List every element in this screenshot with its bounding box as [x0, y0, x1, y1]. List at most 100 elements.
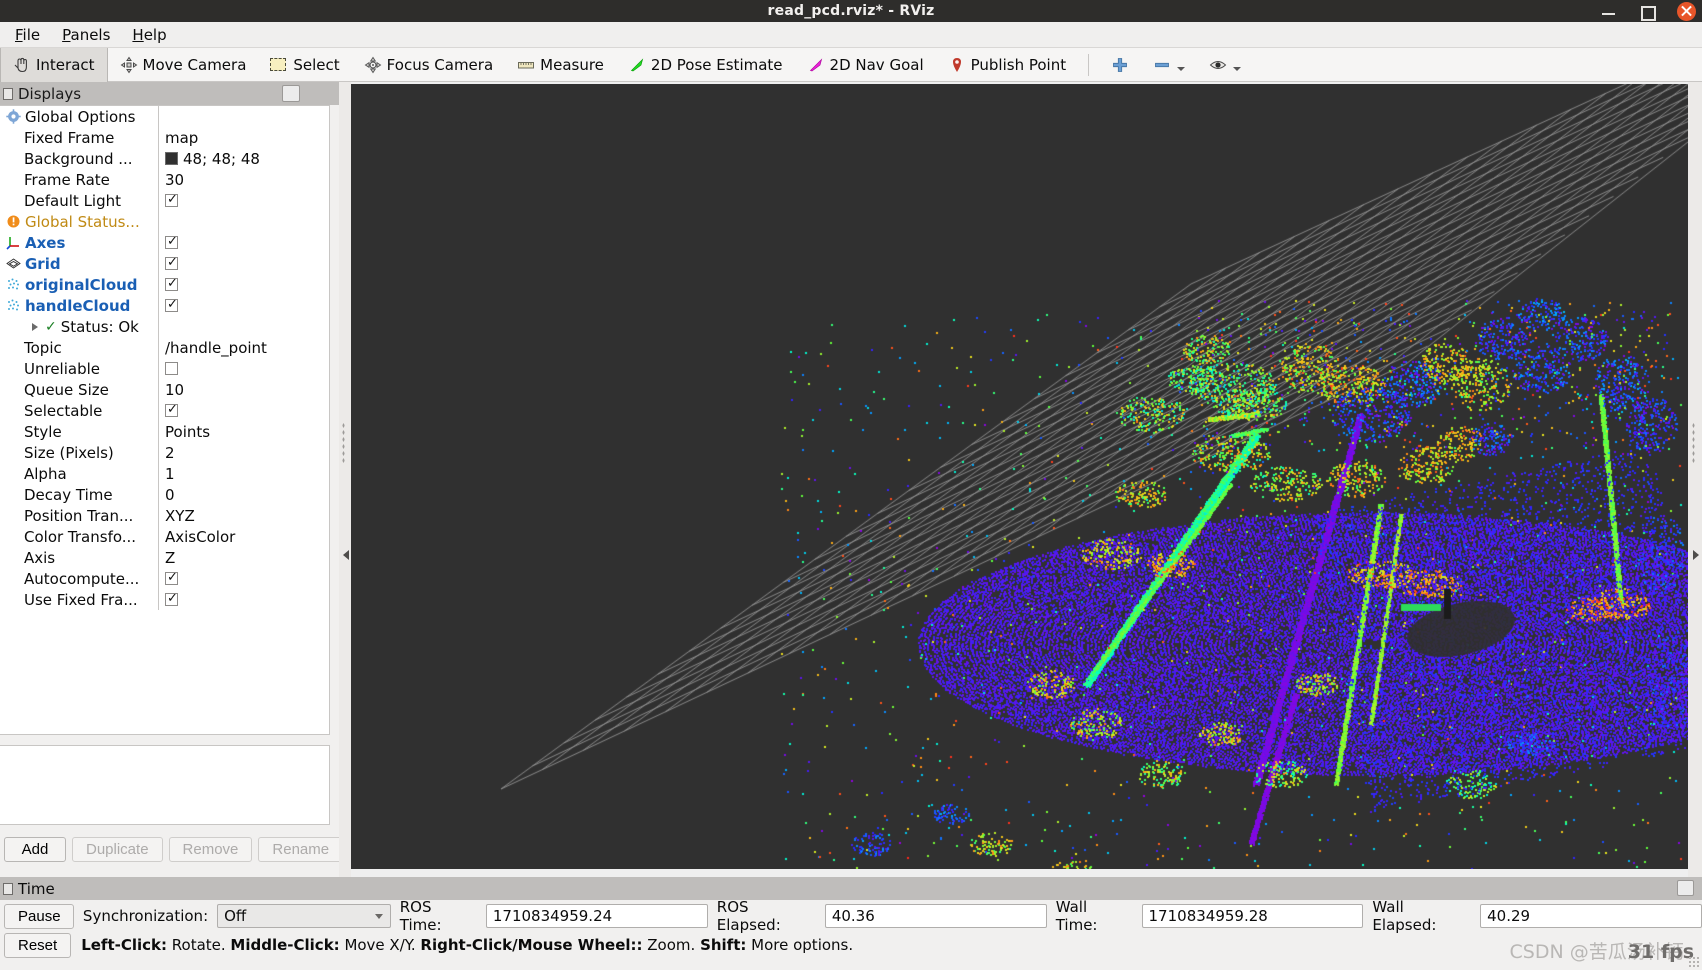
- close-button[interactable]: [1677, 2, 1696, 21]
- collapse-right-arrow-icon[interactable]: [1693, 550, 1699, 560]
- tool-move-camera[interactable]: Move Camera: [108, 48, 259, 82]
- add-tool-button[interactable]: [1099, 48, 1141, 82]
- display-row-handlecloud[interactable]: handleCloud: [0, 295, 329, 316]
- tool-focus-camera[interactable]: Focus Camera: [352, 48, 505, 82]
- tool-publish-point[interactable]: Publish Point: [936, 48, 1078, 82]
- display-row-checkbox[interactable]: [165, 299, 178, 312]
- display-row-status-ok[interactable]: ✓Status: Ok: [0, 316, 329, 337]
- background-color-swatch[interactable]: [165, 152, 178, 165]
- add-display-button[interactable]: Add: [4, 837, 66, 862]
- display-row-checkbox[interactable]: [165, 362, 178, 375]
- display-row-decay-time[interactable]: Decay Time0: [0, 484, 329, 505]
- collapse-left-arrow-icon[interactable]: [343, 550, 349, 560]
- menu-help[interactable]: Help: [121, 24, 177, 46]
- duplicate-display-button[interactable]: Duplicate: [72, 837, 163, 862]
- display-row-grid[interactable]: Grid: [0, 253, 329, 274]
- remove-tool-button[interactable]: [1141, 48, 1197, 82]
- maximize-button[interactable]: [1639, 3, 1655, 19]
- tool-2d-nav-goal[interactable]: 2D Nav Goal: [795, 48, 936, 82]
- display-row-value-cell[interactable]: map: [158, 127, 329, 148]
- minimize-button[interactable]: [1601, 3, 1617, 19]
- rename-display-button[interactable]: Rename: [258, 837, 343, 862]
- display-row-position-tran[interactable]: Position Tran...XYZ: [0, 505, 329, 526]
- menu-panels[interactable]: Panels: [51, 24, 121, 46]
- display-row-color-transfo[interactable]: Color Transfo...AxisColor: [0, 526, 329, 547]
- display-row-value-cell[interactable]: [158, 568, 329, 589]
- display-row-checkbox[interactable]: [165, 404, 178, 417]
- display-row-checkbox[interactable]: [165, 194, 178, 207]
- display-row-value-cell[interactable]: 2: [158, 442, 329, 463]
- display-row-value-cell[interactable]: 0: [158, 484, 329, 505]
- display-row-default-light[interactable]: Default Light: [0, 190, 329, 211]
- display-row-axes[interactable]: Axes: [0, 232, 329, 253]
- display-row-unreliable[interactable]: Unreliable: [0, 358, 329, 379]
- display-row-frame-rate[interactable]: Frame Rate30: [0, 169, 329, 190]
- display-row-value-cell[interactable]: [158, 274, 329, 295]
- display-row-value-cell[interactable]: AxisColor: [158, 526, 329, 547]
- display-row-value-cell[interactable]: [158, 253, 329, 274]
- displays-tree[interactable]: Global OptionsFixed FramemapBackground .…: [0, 105, 330, 735]
- display-row-queue-size[interactable]: Queue Size10: [0, 379, 329, 400]
- display-row-value-cell[interactable]: [158, 589, 329, 610]
- display-row-style[interactable]: StylePoints: [0, 421, 329, 442]
- display-row-value-cell[interactable]: Z: [158, 547, 329, 568]
- display-row-checkbox[interactable]: [165, 572, 178, 585]
- wall-elapsed-field[interactable]: 40.29: [1480, 904, 1702, 928]
- display-row-topic[interactable]: Topic/handle_point: [0, 337, 329, 358]
- display-row-background[interactable]: Background ...48; 48; 48: [0, 148, 329, 169]
- display-row-value-cell[interactable]: [158, 295, 329, 316]
- display-row-autocompute[interactable]: Autocompute...: [0, 568, 329, 589]
- time-panel-float-button[interactable]: [1677, 880, 1694, 896]
- pause-button[interactable]: Pause: [4, 904, 74, 929]
- display-row-fixed-frame[interactable]: Fixed Framemap: [0, 127, 329, 148]
- menu-file[interactable]: File: [4, 24, 51, 46]
- display-row-value-cell[interactable]: [158, 106, 329, 127]
- display-row-value-cell[interactable]: 1: [158, 463, 329, 484]
- displays-panel-float-button[interactable]: [282, 85, 300, 102]
- remove-display-button[interactable]: Remove: [169, 837, 253, 862]
- display-row-alpha[interactable]: Alpha1: [0, 463, 329, 484]
- chevron-right-icon[interactable]: [32, 323, 38, 331]
- display-row-use-fixed-fra[interactable]: Use Fixed Fra...: [0, 589, 329, 610]
- display-row-size-pixels[interactable]: Size (Pixels)2: [0, 442, 329, 463]
- resize-grip-icon[interactable]: [1688, 956, 1700, 968]
- visibility-tool-button[interactable]: [1197, 48, 1253, 82]
- left-splitter[interactable]: [339, 82, 351, 877]
- display-row-checkbox[interactable]: [165, 257, 178, 270]
- display-row-value-cell[interactable]: 30: [158, 169, 329, 190]
- display-row-originalcloud[interactable]: originalCloud: [0, 274, 329, 295]
- display-row-value-cell[interactable]: 10: [158, 379, 329, 400]
- display-row-global-status[interactable]: Global Status...: [0, 211, 329, 232]
- display-row-value-cell[interactable]: [158, 316, 329, 337]
- display-row-selectable[interactable]: Selectable: [0, 400, 329, 421]
- tool-select[interactable]: Select: [258, 48, 351, 82]
- display-row-checkbox[interactable]: [165, 593, 178, 606]
- display-row-checkbox[interactable]: [165, 278, 178, 291]
- pointcloud-canvas[interactable]: [351, 84, 1688, 869]
- render-viewport[interactable]: [351, 84, 1688, 869]
- display-row-checkbox[interactable]: [165, 236, 178, 249]
- display-row-value-cell[interactable]: [158, 358, 329, 379]
- reset-button[interactable]: Reset: [4, 933, 71, 958]
- ros-elapsed-field[interactable]: 40.36: [825, 904, 1047, 928]
- tool-2d-pose-estimate[interactable]: 2D Pose Estimate: [616, 48, 795, 82]
- tool-measure[interactable]: Measure: [505, 48, 616, 82]
- mouse-hints: Left-Click: Rotate. Middle-Click: Move X…: [81, 936, 853, 954]
- display-row-value-cell[interactable]: XYZ: [158, 505, 329, 526]
- display-row-value-cell[interactable]: [158, 400, 329, 421]
- chevron-down-icon[interactable]: [1177, 67, 1185, 71]
- display-row-value-cell[interactable]: [158, 190, 329, 211]
- synchronization-select[interactable]: Off: [217, 904, 391, 928]
- chevron-down-icon[interactable]: [1233, 67, 1241, 71]
- tool-interact[interactable]: Interact: [0, 48, 108, 82]
- display-row-value-cell[interactable]: Points: [158, 421, 329, 442]
- wall-time-field[interactable]: 1710834959.28: [1142, 904, 1364, 928]
- display-row-global-options[interactable]: Global Options: [0, 106, 329, 127]
- right-splitter[interactable]: [1688, 82, 1702, 877]
- display-row-axis[interactable]: AxisZ: [0, 547, 329, 568]
- ros-time-field[interactable]: 1710834959.24: [486, 904, 708, 928]
- display-row-value-cell[interactable]: [158, 211, 329, 232]
- display-row-value-cell[interactable]: 48; 48; 48: [158, 148, 329, 169]
- display-row-value-cell[interactable]: /handle_point: [158, 337, 329, 358]
- display-row-value-cell[interactable]: [158, 232, 329, 253]
